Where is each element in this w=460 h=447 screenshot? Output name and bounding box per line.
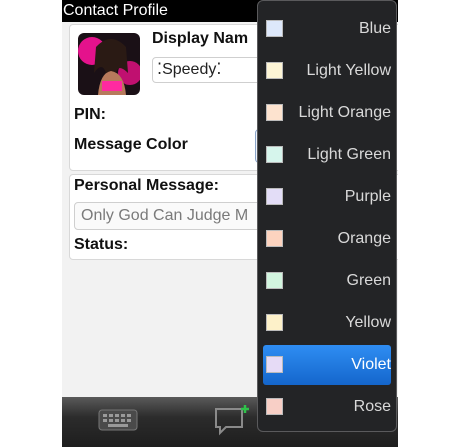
color-swatch-icon <box>266 146 283 163</box>
color-option-light-green[interactable]: Light Green <box>263 135 391 175</box>
color-option-label: Light Yellow <box>306 62 391 79</box>
color-option-label: Light Orange <box>298 104 391 121</box>
pin-label: PIN: <box>74 106 106 123</box>
color-option-yellow[interactable]: Yellow <box>263 303 391 343</box>
avatar[interactable] <box>78 33 140 95</box>
color-swatch-icon <box>266 398 283 415</box>
color-option-label: Orange <box>337 230 391 247</box>
color-option-label: Green <box>346 272 391 289</box>
color-option-purple[interactable]: Purple <box>263 177 391 217</box>
color-swatch-icon <box>266 356 283 373</box>
color-option-label: Violet <box>351 356 391 373</box>
color-option-green[interactable]: Green <box>263 261 391 301</box>
color-option-label: Blue <box>358 20 391 37</box>
status-label: Status: <box>74 236 129 253</box>
chat-add-icon[interactable] <box>212 403 252 437</box>
color-option-label: Purple <box>344 188 391 205</box>
color-option-label: Light Green <box>307 146 391 163</box>
message-color-label: Message Color <box>74 136 188 153</box>
color-swatch-icon <box>266 62 283 79</box>
keyboard-icon[interactable] <box>98 409 138 431</box>
color-swatch-icon <box>266 104 283 121</box>
color-option-label: Rose <box>353 398 391 415</box>
personal-message-label: Personal Message: <box>74 177 219 194</box>
color-swatch-icon <box>266 20 283 37</box>
color-option-orange[interactable]: Orange <box>263 219 391 259</box>
color-option-label: Yellow <box>345 314 391 331</box>
color-option-violet[interactable]: Violet <box>263 345 391 385</box>
color-swatch-icon <box>266 230 283 247</box>
color-option-rose[interactable]: Rose <box>263 387 391 427</box>
color-option-blue[interactable]: Blue <box>263 9 391 49</box>
color-swatch-icon <box>266 188 283 205</box>
color-swatch-icon <box>266 272 283 289</box>
color-swatch-icon <box>266 314 283 331</box>
color-option-light-yellow[interactable]: Light Yellow <box>263 51 391 91</box>
color-menu: Blue Light Yellow Light Orange Light Green P… <box>257 0 397 432</box>
color-option-light-orange[interactable]: Light Orange <box>263 93 391 133</box>
display-name-label: Display Nam <box>152 30 249 47</box>
display-name-field[interactable]: ⁚Speedy⁚ <box>152 57 272 83</box>
